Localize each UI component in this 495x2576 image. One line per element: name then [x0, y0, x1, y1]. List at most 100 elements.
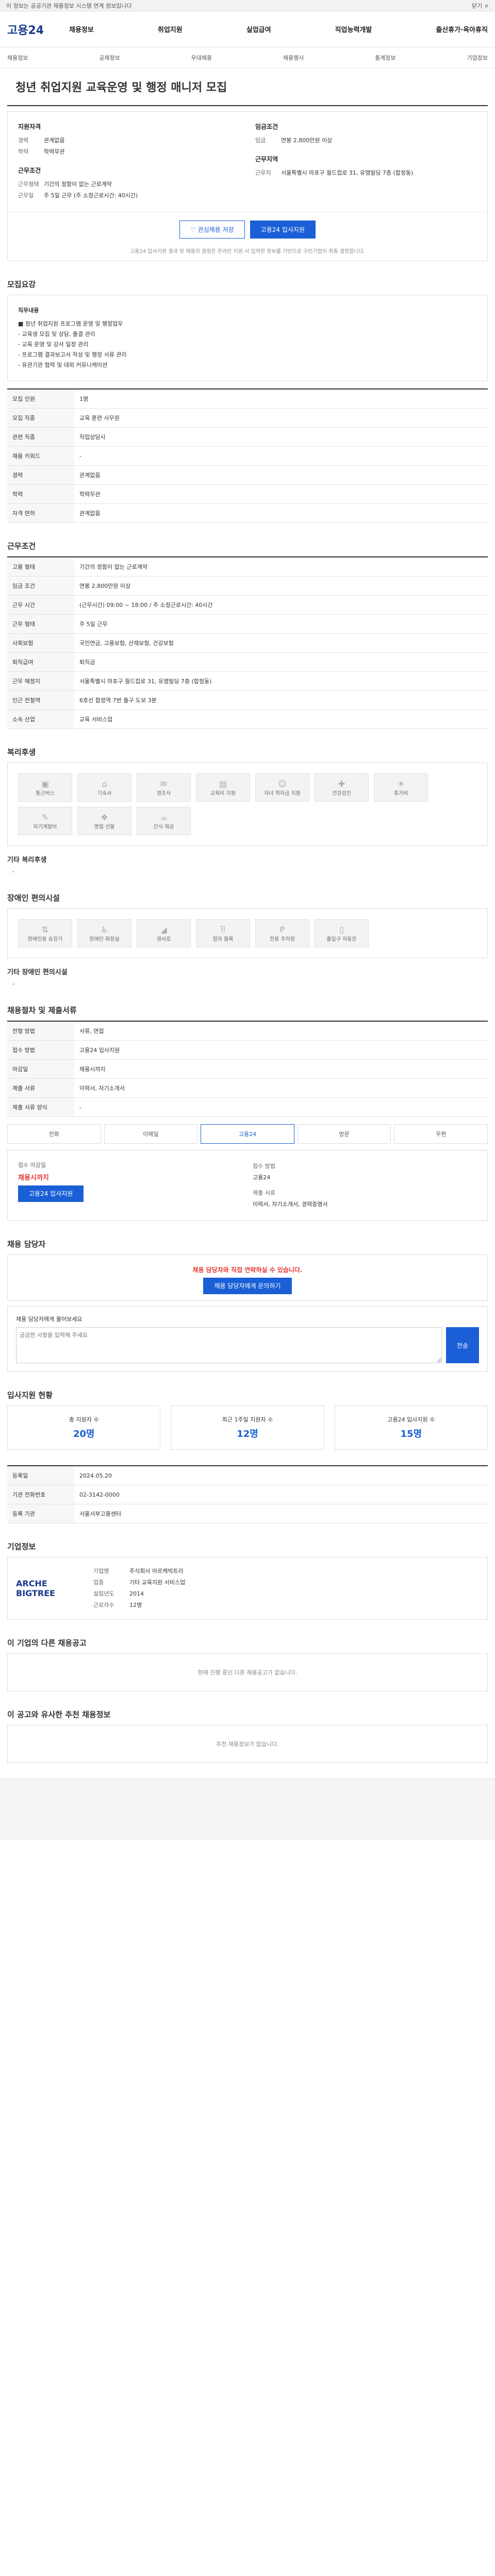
table-key: 채용 키워드 [7, 446, 74, 466]
welfare-item: ☕ 간식 제공 [137, 807, 191, 835]
table-row: 근무 예정지 서울특별시 마포구 월드컵로 31, 유엠빌딩 7층 (합정동) [7, 671, 488, 691]
apply-button-secondary[interactable]: 고용24 입사지원 [18, 1185, 84, 1202]
table-key: 임금 조건 [7, 576, 74, 596]
tab-visit[interactable]: 방문 [297, 1124, 391, 1144]
gnb-item[interactable]: 직업능력개발 [335, 24, 372, 34]
stat-label: 총 지원자 수 [69, 1416, 99, 1423]
summary-value: 서울특별시 마포구 월드컵로 31, 유엠빌딩 7층 (합정동) [281, 170, 414, 176]
table-row: 임금 조건 연봉 2,800만원 이상 [7, 576, 488, 596]
table-key: 전형 방법 [7, 1021, 74, 1041]
question-submit-button[interactable]: 전송 [446, 1327, 479, 1363]
section-title-welfare: 복리후생 [7, 748, 36, 757]
braille-icon: ⠿ [220, 924, 226, 935]
table-value: 국민연금, 고용보험, 산재보험, 건강보험 [74, 633, 488, 653]
tab-phone[interactable]: 전화 [7, 1124, 101, 1144]
table-row: 제출 서류 이력서, 자기소개서 [7, 1078, 488, 1098]
welfare-label: 자기계발비 [33, 824, 57, 830]
disability-extra-title: 기타 장애인 편의시설 [7, 969, 68, 976]
org-key: 설립년도 [93, 1590, 114, 1597]
book-icon: ▤ [219, 778, 227, 789]
table-value: 서류, 면접 [74, 1021, 488, 1041]
summary-value: 학력무관 [44, 148, 65, 155]
duty-line: - 교육생 모집 및 상담, 출결 관리 [18, 331, 95, 337]
table-row: 사회보험 국민연금, 고용보험, 산재보험, 건강보험 [7, 633, 488, 653]
disability-label: 장애인용 승강기 [27, 936, 63, 942]
recommend-empty: 추천 채용정보가 없습니다. [7, 1725, 488, 1763]
stat-value: 12명 [237, 1429, 258, 1439]
disability-label: 출입구 자동문 [326, 936, 357, 942]
table-key: 접수 방법 [7, 1040, 74, 1060]
subnav-item[interactable]: 채용정보 [7, 54, 28, 62]
table-key: 관련 직종 [7, 427, 74, 447]
table-value: 채용시까지 [74, 1059, 488, 1079]
table-value: 직업상담사 [74, 427, 488, 447]
subnav-item[interactable]: 우대채용 [191, 54, 212, 62]
table-key: 근무 예정지 [7, 671, 74, 691]
summary-value: 주 5일 근무 (주 소정근로시간: 40시간) [44, 192, 138, 199]
agency-table: 등록일 2024.05.20 기관 전화번호 02-3142-0000 등록 기관 서… [7, 1465, 488, 1523]
disability-label: 경사로 [156, 936, 171, 942]
scrap-button[interactable]: ♡ 관심채용 저장 [179, 221, 245, 239]
subnav-item[interactable]: 통계정보 [375, 54, 395, 62]
summary-key: 임금 [255, 137, 266, 144]
welfare-icons: ▣ 통근버스 ⌂ 기숙사 ✉ 경조사 ▤ 교육비 지원 ☺ 자녀 학자금 지원 ✚ 건강검진… [7, 762, 488, 846]
gift-icon: ✉ [160, 778, 168, 789]
gnb-item[interactable]: 취업지원 [158, 24, 183, 34]
table-row: 경력 관계없음 [7, 465, 488, 485]
section-title-disability: 장애인 편의시설 [7, 893, 60, 903]
welfare-item: ❖ 명절 선물 [77, 807, 131, 835]
gnb-item[interactable]: 실업급여 [246, 24, 271, 34]
subnav-item[interactable]: 기업정보 [467, 54, 487, 62]
subnav-item[interactable]: 공채정보 [99, 54, 120, 62]
disability-item: ▯ 출입구 자동문 [315, 919, 369, 947]
close-notice-button[interactable]: 닫기 × [472, 2, 489, 10]
work-table: 고용 형태 기간의 정함이 없는 근로계약 임금 조건 연봉 2,800만원 이상 … [7, 556, 488, 729]
table-value: 주 5일 근무 [74, 614, 488, 634]
question-input[interactable] [16, 1327, 442, 1363]
apply-box: 접수 마감일 채용시까지 고용24 입사지원 접수 방법 고용24 제출 서류 … [7, 1150, 488, 1221]
gnb-item[interactable]: 채용정보 [69, 24, 94, 34]
summary-heading: 근무조건 [18, 167, 41, 174]
welfare-item: ▣ 통근버스 [18, 773, 72, 802]
welfare-item: ✉ 경조사 [137, 773, 191, 802]
parking-icon: P [279, 924, 285, 935]
job-title: 청년 취업지원 교육운영 및 행정 매니저 모집 [7, 68, 488, 106]
tab-email[interactable]: 이메일 [104, 1124, 198, 1144]
site-logo[interactable]: 고용24 [7, 21, 69, 38]
table-row: 모집 직종 교육 훈련 사무원 [7, 408, 488, 428]
apply-method-tabs: 전화 이메일 고용24 방문 우편 [7, 1124, 488, 1144]
summary-key: 경력 [18, 137, 29, 144]
status-stats: 총 지원자 수 20명 최근 1주일 지원자 수 12명 고용24 입사지원 수 15… [7, 1405, 488, 1450]
contact-button[interactable]: 채용 담당자에게 문의하기 [203, 1278, 292, 1294]
site-header: 고용24 채용정보 취업지원 실업급여 직업능력개발 출산휴가·육아휴직 [0, 11, 495, 47]
apply-button[interactable]: 고용24 입사지원 [250, 221, 316, 239]
org-key: 근로자수 [93, 1602, 114, 1608]
table-value: 6호선 합정역 7번 출구 도보 3분 [74, 690, 488, 710]
table-row: 채용 키워드 - [7, 446, 488, 466]
gnb-item[interactable]: 출산휴가·육아휴직 [436, 24, 488, 34]
table-value: 1명 [74, 389, 488, 409]
welfare-label: 간식 제공 [153, 824, 174, 830]
org-key: 업종 [93, 1579, 104, 1586]
table-value: - [74, 1097, 488, 1117]
summary-heading: 근무지역 [255, 156, 278, 163]
door-icon: ▯ [339, 924, 344, 935]
disability-label: 전용 주차장 [269, 936, 295, 942]
stat-value: 15명 [400, 1429, 422, 1439]
welfare-label: 교육비 지원 [210, 790, 236, 796]
top-notice-text: 이 정보는 공공기관 채용정보 시스템 연계 정보입니다 [6, 2, 132, 9]
subnav-item[interactable]: 채용행사 [283, 54, 304, 62]
welfare-extra-value: - [12, 868, 14, 875]
tab-goyong24[interactable]: 고용24 [201, 1124, 294, 1144]
section-title-apply: 채용절차 및 제출서류 [7, 1006, 77, 1015]
table-value: 관계없음 [74, 503, 488, 523]
table-value: 서울서부고용센터 [74, 1504, 488, 1523]
global-nav: 채용정보 취업지원 실업급여 직업능력개발 출산휴가·육아휴직 [69, 24, 488, 34]
toilet-icon: ♿ [101, 924, 108, 935]
org-value: 12명 [129, 1602, 142, 1608]
table-key: 퇴직급여 [7, 652, 74, 672]
summary-heading: 지원자격 [18, 123, 41, 130]
welfare-label: 경조사 [156, 790, 171, 796]
welfare-item: ⌂ 기숙사 [77, 773, 131, 802]
tab-mail[interactable]: 우편 [394, 1124, 488, 1144]
